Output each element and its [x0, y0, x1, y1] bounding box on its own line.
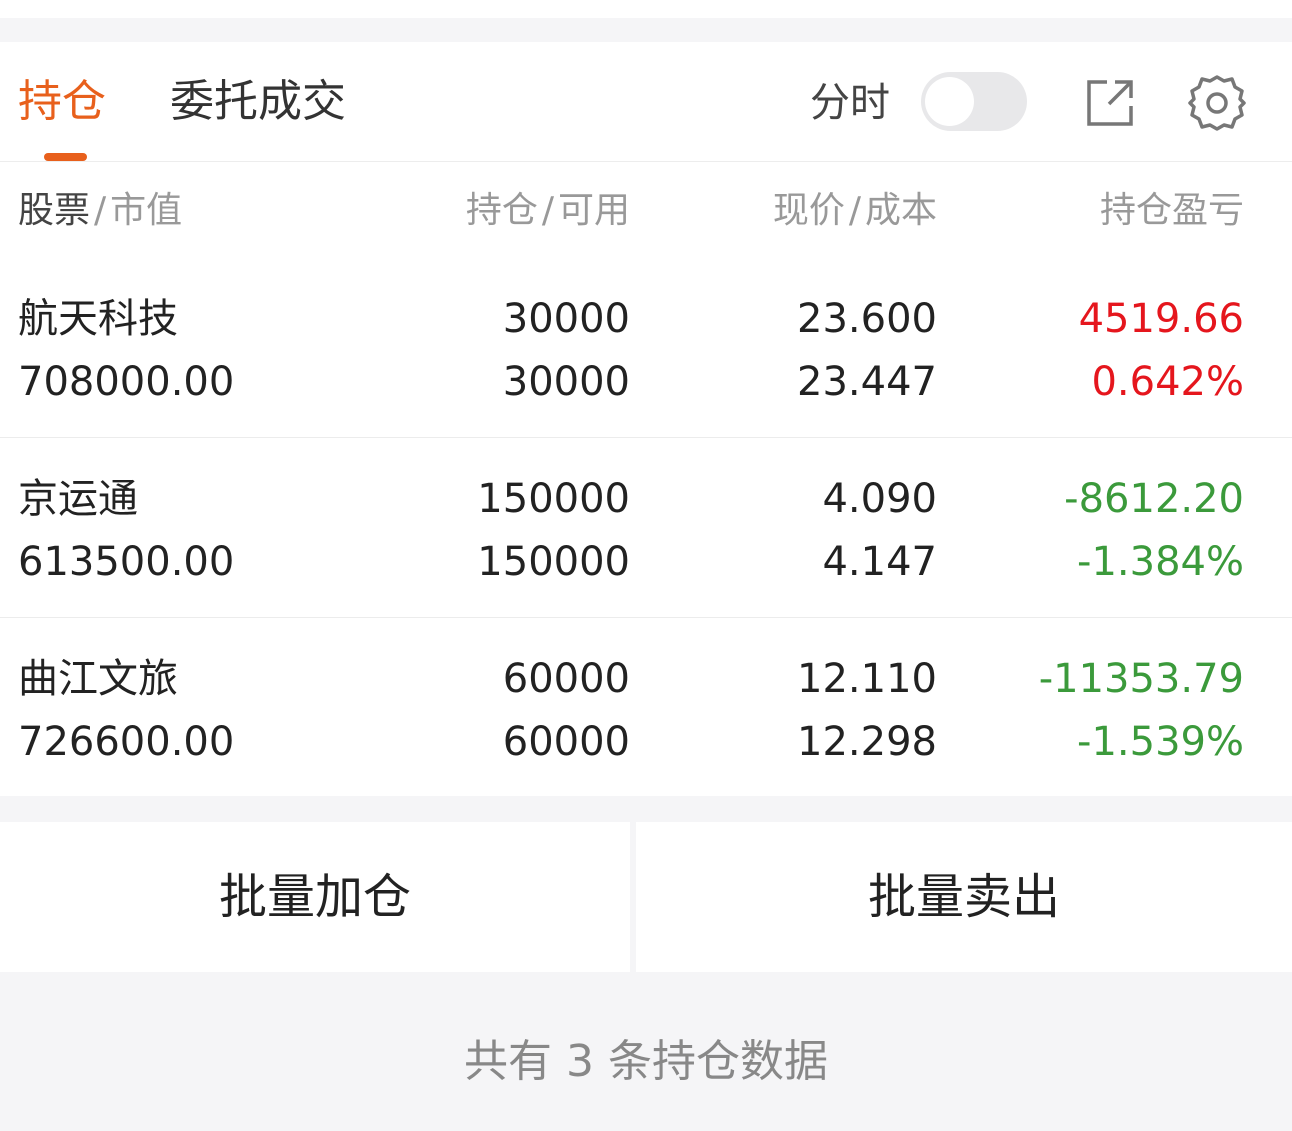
row-divider	[0, 617, 1292, 618]
header-position: 持仓 / 可用	[466, 188, 630, 234]
header-stock: 股票 / 市值	[18, 188, 182, 234]
header-market-value-label: 市值	[110, 190, 183, 231]
pl-amount: 4519.66	[1078, 296, 1244, 342]
market-value: 613500.00	[18, 539, 235, 585]
active-tab-indicator	[44, 153, 87, 161]
current-price: 4.090	[822, 476, 937, 522]
available-qty: 30000	[502, 359, 630, 405]
header-separator: /	[541, 190, 554, 231]
position-qty: 150000	[477, 476, 630, 522]
stock-name: 航天科技	[18, 296, 178, 342]
gear-icon[interactable]	[1188, 74, 1246, 132]
market-value: 726600.00	[18, 719, 235, 765]
header-cost-label: 成本	[864, 190, 937, 231]
batch-actions: 批量加仓 批量卖出	[0, 822, 1292, 972]
batch-add-button[interactable]: 批量加仓	[0, 822, 630, 972]
pl-percent: 0.642%	[1091, 359, 1244, 405]
pl-percent: -1.384%	[1077, 539, 1244, 585]
stock-name: 曲江文旅	[18, 656, 178, 702]
tab-holdings[interactable]: 持仓	[18, 72, 106, 132]
pl-amount: -8612.20	[1064, 476, 1244, 522]
toggle-knob	[925, 77, 974, 126]
row-divider	[0, 437, 1292, 438]
cost-price: 12.298	[797, 719, 937, 765]
header-separator: /	[94, 190, 107, 231]
header-price-label: 现价	[772, 190, 845, 231]
header-position-label: 持仓	[465, 190, 538, 231]
market-value: 708000.00	[18, 359, 235, 405]
header-price: 现价 / 成本	[773, 188, 937, 234]
timeshare-toggle[interactable]	[921, 72, 1027, 131]
tab-orders[interactable]: 委托成交	[170, 72, 346, 132]
header-pl: 持仓盈亏	[1099, 190, 1244, 231]
cost-price: 4.147	[822, 539, 937, 585]
top-strip	[0, 0, 1292, 18]
header-available-label: 可用	[557, 190, 630, 231]
position-qty: 60000	[502, 656, 630, 702]
current-price: 12.110	[797, 656, 937, 702]
batch-sell-button[interactable]: 批量卖出	[636, 822, 1292, 972]
timeshare-label: 分时	[810, 80, 890, 126]
current-price: 23.600	[797, 296, 937, 342]
position-qty: 30000	[502, 296, 630, 342]
cost-price: 23.447	[797, 359, 937, 405]
pl-amount: -11353.79	[1038, 656, 1244, 702]
header-stock-label: 股票	[18, 190, 91, 231]
header-separator: /	[848, 190, 861, 231]
available-qty: 60000	[502, 719, 630, 765]
external-link-icon[interactable]	[1085, 78, 1135, 128]
stock-name: 京运通	[18, 476, 138, 522]
pl-percent: -1.539%	[1077, 719, 1244, 765]
positions-summary: 共有 3 条持仓数据	[464, 1036, 828, 1087]
available-qty: 150000	[477, 539, 630, 585]
